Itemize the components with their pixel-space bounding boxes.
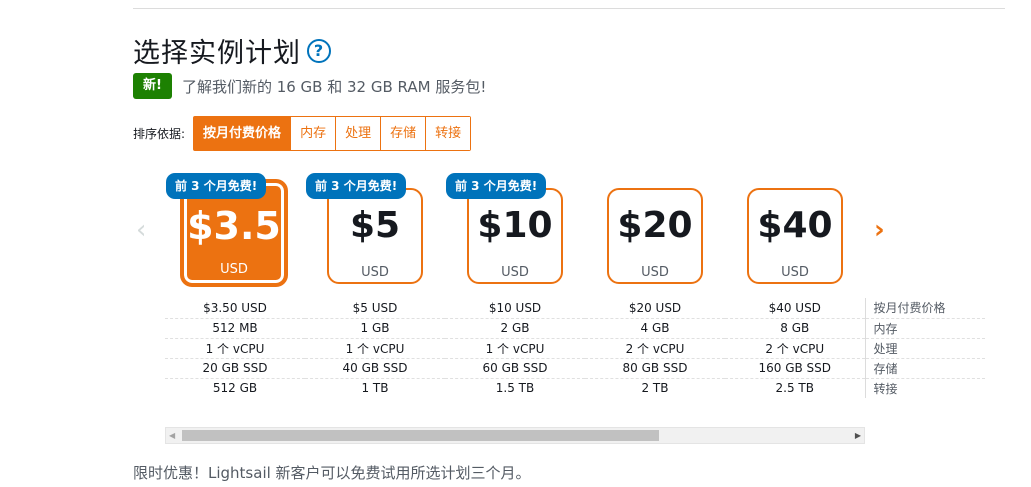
scrollbar-thumb[interactable] [182,430,659,441]
page-title: 选择实例计划 ? [133,31,331,70]
scroll-right-arrow-icon[interactable]: ▶ [855,428,861,443]
plan-price: $20 [617,205,693,246]
plan-card-5[interactable]: $5 USD [327,188,423,284]
spec-cell: $10 USD [445,298,585,319]
spec-cell: 1 TB [361,381,389,396]
spec-cell: 2.5 TB [775,381,814,396]
new-announcement-text: 了解我们新的 16 GB 和 32 GB RAM 服务包! [181,77,487,96]
spec-cell: 20 GB SSD [165,358,305,379]
spec-row-label: 按月付费价格 [864,298,985,319]
plan-currency: USD [501,265,529,280]
spec-cell: 512 GB [212,381,258,396]
horizontal-scrollbar[interactable]: ◀ ▶ [165,427,865,444]
spec-row-label: 处理 [864,338,985,359]
plan-currency: USD [781,265,809,280]
spec-cell: 1 个 vCPU [445,338,585,359]
plan-spec-table: $3.50 USD $5 USD $10 USD $20 USD $40 USD… [165,298,985,398]
sort-option-processing[interactable]: 处理 [335,117,381,150]
sort-option-transfer[interactable]: 转接 [425,117,471,150]
spec-cell: 1 个 vCPU [165,338,305,359]
spec-row-processing: 1 个 vCPU 1 个 vCPU 1 个 vCPU 2 个 vCPU 2 个 … [165,338,985,359]
spec-cell: 8 GB [725,318,865,339]
plan-price: $10 [477,205,553,246]
sort-option-storage[interactable]: 存储 [380,117,426,150]
spec-row-price: $3.50 USD $5 USD $10 USD $20 USD $40 USD… [165,298,985,319]
sort-segmented-control: 按月付费价格 内存 处理 存储 转接 [193,116,472,151]
scroll-left-arrow-icon[interactable]: ◀ [169,428,175,443]
spec-row-label: 内存 [864,318,985,339]
plan-price: $5 [349,205,401,246]
new-badge: 新! [133,73,172,99]
spec-row-storage: 20 GB SSD 40 GB SSD 60 GB SSD 80 GB SSD … [165,358,985,379]
plan-currency: USD [220,262,248,277]
chevron-right-icon[interactable]: › [874,215,885,245]
spec-cell: $5 USD [305,298,445,319]
spec-cell: $40 USD [725,298,865,319]
page-title-text: 选择实例计划 [133,38,301,69]
spec-cell: 2 个 vCPU [725,338,865,359]
sort-bar: 排序依据: 按月付费价格 内存 处理 存储 转接 [133,116,472,151]
spec-row-memory: 512 MB 1 GB 2 GB 4 GB 8 GB 内存 [165,318,985,339]
spec-cell: 2 GB [445,318,585,339]
spec-cell: $3.50 USD [165,298,305,319]
spec-cell: 160 GB SSD [725,358,865,379]
new-announcement: 新! 了解我们新的 16 GB 和 32 GB RAM 服务包! [133,73,486,99]
spec-cell: 512 MB [165,318,305,339]
plan-price: $40 [757,205,833,246]
plan-currency: USD [361,265,389,280]
help-circle-icon[interactable]: ? [307,38,331,63]
spec-cell: 40 GB SSD [305,358,445,379]
spec-cell: $20 USD [585,298,725,319]
promo-badge: 前 3 个月免费! [166,173,267,199]
spec-cell: 2 TB [641,381,669,396]
plan-card-10[interactable]: $10 USD [467,188,563,284]
spec-cell: 80 GB SSD [585,358,725,379]
spec-cell: 60 GB SSD [445,358,585,379]
spec-row-label: 存储 [864,358,985,379]
spec-cell: 2 个 vCPU [585,338,725,359]
spec-row-label: 转接 [864,378,985,398]
promo-badge: 前 3 个月免费! [306,173,407,199]
promo-footer-text: 限时优惠！Lightsail 新客户可以免费试用所选计划三个月。 [133,464,531,482]
spec-cell: 1 个 vCPU [305,338,445,359]
plan-currency: USD [641,265,669,280]
spec-cell: 1.5 TB [495,381,535,396]
sort-label: 排序依据: [133,127,186,141]
chevron-left-icon[interactable]: ‹ [136,215,146,245]
sort-option-memory[interactable]: 内存 [290,117,336,150]
spec-cell: 1 GB [305,318,445,339]
plan-card-20[interactable]: $20 USD [607,188,703,284]
sort-option-monthly-price[interactable]: 按月付费价格 [194,117,291,150]
plan-card-40[interactable]: $40 USD [747,188,843,284]
promo-badge: 前 3 个月免费! [446,173,547,199]
plan-price: $3.5 [187,204,281,248]
spec-cell: 4 GB [585,318,725,339]
top-divider [133,8,1005,9]
spec-row-transfer: 512 GB 1 TB 1.5 TB 2 TB 2.5 TB 转接 [165,378,985,398]
